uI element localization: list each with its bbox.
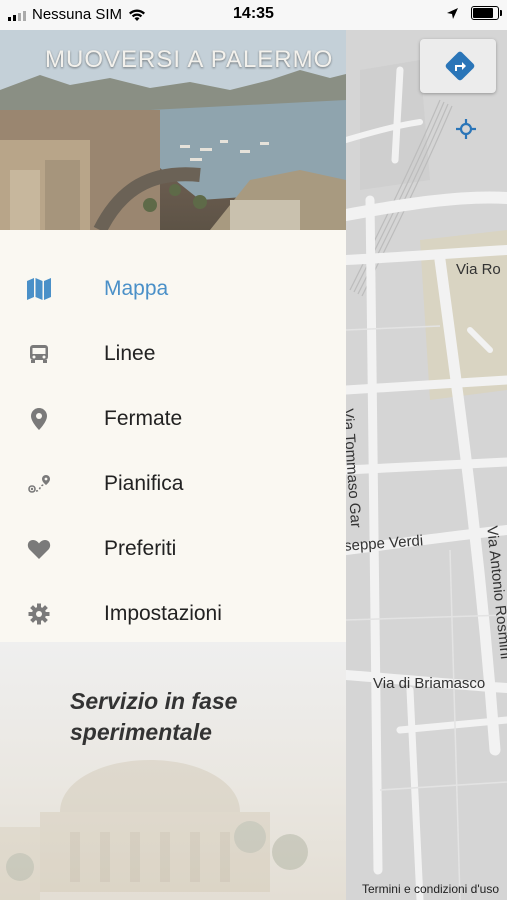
menu-item-preferiti[interactable]: Preferiti: [0, 516, 346, 581]
battery-icon: [471, 6, 502, 20]
heart-icon: [26, 536, 52, 562]
menu-item-linee[interactable]: Linee: [0, 321, 346, 386]
menu-label: Preferiti: [104, 536, 177, 560]
route-icon: [26, 471, 52, 497]
menu-item-pianifica[interactable]: Pianifica: [0, 451, 346, 516]
menu-item-impostazioni[interactable]: Impostazioni: [0, 581, 346, 646]
status-right: [446, 6, 502, 20]
recenter-icon[interactable]: [455, 118, 477, 140]
menu-label: Mappa: [104, 276, 169, 300]
location-pin-icon: [26, 406, 52, 432]
directions-icon[interactable]: [442, 48, 478, 84]
location-arrow-icon: [447, 7, 458, 19]
menu-label: Linee: [104, 341, 156, 365]
gear-icon: [26, 601, 52, 627]
clock: 14:35: [233, 5, 274, 22]
street-label: Via di Briamasco: [373, 675, 486, 692]
bus-icon: [26, 341, 52, 367]
street-label: Via Ro: [456, 261, 501, 278]
terms-link[interactable]: Termini e condizioni d'uso: [362, 882, 499, 896]
experimental-service-notice: Servizio in fase sperimentale: [70, 688, 238, 745]
drawer-footer: Servizio in fase sperimentale: [0, 642, 346, 900]
teatro-massimo-image: [0, 760, 308, 900]
map-controls: [420, 39, 496, 93]
menu-item-mappa[interactable]: Mappa: [0, 256, 346, 321]
menu-label: Fermate: [104, 406, 183, 430]
status-bar: Nessuna SIM 14:35: [0, 0, 507, 30]
menu-label: Impostazioni: [104, 601, 222, 625]
menu-item-fermate[interactable]: Fermate: [0, 386, 346, 451]
map-icon: [26, 276, 52, 302]
header-photo: MUOVERSI A PALERMO: [0, 30, 346, 230]
drawer-menu: Mappa Linee Fermate Pianifica Preferiti …: [0, 256, 346, 646]
menu-label: Pianifica: [104, 471, 184, 495]
battery-level: [473, 8, 493, 18]
navigation-drawer: MUOVERSI A PALERMO Mappa Linee Fermate P…: [0, 30, 346, 900]
app-title: MUOVERSI A PALERMO: [45, 46, 334, 73]
